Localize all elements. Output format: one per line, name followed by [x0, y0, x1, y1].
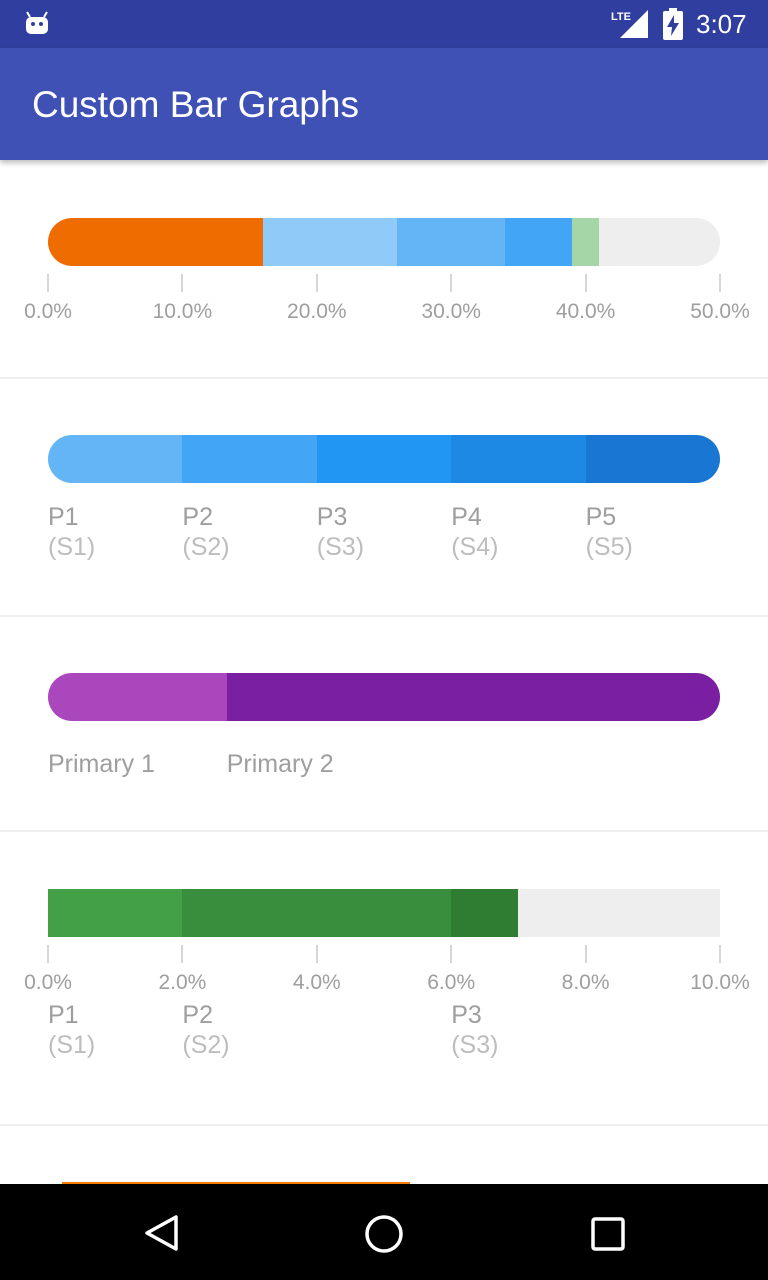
axis-tick-label: 0.0% [24, 971, 72, 994]
segment-labels-4: P1 (S1) P2 (S2) P3 (S3) [0, 1001, 768, 1071]
axis-tick [181, 945, 184, 963]
segment-primary-label: Primary 2 [226, 750, 334, 778]
axis-tick-label: 10.0% [152, 300, 213, 323]
axis-tick [47, 274, 49, 292]
axis-tick [181, 274, 184, 292]
bar-segment-4 [504, 218, 573, 266]
segment-primary-label: P3 [316, 503, 348, 531]
recents-icon[interactable] [590, 1216, 626, 1252]
axis-tick [315, 274, 318, 292]
status-bar: LTE 3:07 [0, 0, 768, 48]
stacked-bar-2 [48, 435, 720, 483]
axis-tick-label: 8.0% [561, 971, 610, 994]
bar-segment-3 [316, 435, 452, 483]
segment-primary-label: P2 [182, 503, 213, 531]
app-bar: Custom Bar Graphs [0, 48, 768, 160]
page-title: Custom Bar Graphs [32, 84, 359, 125]
segment-secondary-label: (S3) [451, 1031, 499, 1059]
axis-tick [719, 945, 721, 963]
segment-secondary-label: (S1) [48, 1031, 96, 1059]
status-clock: 3:07 [696, 9, 747, 39]
lte-signal-icon: LTE [611, 10, 648, 38]
bar-segment-5 [585, 435, 720, 483]
axis-tick-label: 0.0% [24, 300, 72, 323]
home-icon[interactable] [364, 1214, 404, 1254]
segment-labels-3: Primary 1 Primary 2 [0, 750, 768, 790]
stacked-bar-1 [48, 218, 720, 266]
axis-tick-label: 30.0% [421, 300, 481, 323]
axis-tick-label: 20.0% [287, 300, 347, 323]
segment-primary-label: P2 [182, 1001, 213, 1029]
bar-segment-2 [263, 218, 398, 266]
bar-segment-1 [48, 673, 227, 721]
segment-secondary-label: (S5) [585, 533, 633, 561]
android-notification-icon [26, 11, 48, 34]
back-icon[interactable] [142, 1214, 180, 1252]
graph-list[interactable]: 0.0% 10.0% 20.0% 30.0% 40.0% 50.0% P1 (S1) P2 (S… [0, 160, 768, 1184]
axis-tick-label: 2.0% [158, 971, 207, 994]
svg-text:LTE: LTE [611, 11, 631, 23]
axis-tick-label: 10.0% [690, 971, 750, 994]
bar-segment-1 [48, 435, 183, 483]
divider [0, 377, 768, 379]
axis-tick [584, 274, 587, 292]
bar-segment-4 [451, 435, 586, 483]
navigation-bar [0, 1184, 768, 1280]
segment-secondary-label: (S2) [182, 1031, 230, 1059]
segment-primary-label: Primary 1 [48, 750, 155, 778]
stacked-bar-4 [48, 889, 720, 937]
battery-charging-icon [663, 8, 683, 40]
segment-primary-label: P1 [48, 1001, 79, 1029]
segment-primary-label: P5 [585, 503, 617, 531]
divider [0, 1124, 768, 1126]
axis-tick-label: 6.0% [427, 971, 476, 994]
axis-tick [315, 945, 318, 963]
percent-axis-1: 0.0% 10.0% 20.0% 30.0% 40.0% 50.0% [0, 274, 768, 334]
bar-segment-2 [182, 889, 452, 937]
axis-tick [584, 945, 587, 963]
segment-secondary-label: (S2) [182, 533, 230, 561]
axis-tick-label: 50.0% [690, 300, 750, 323]
divider [0, 615, 768, 617]
axis-tick-label: 4.0% [292, 971, 341, 994]
segment-primary-label: P4 [451, 503, 482, 531]
segment-primary-label: P1 [48, 503, 79, 531]
segment-primary-label: P3 [451, 1001, 482, 1029]
bar-segment-2 [226, 673, 720, 721]
divider [0, 830, 768, 832]
axis-tick [47, 945, 49, 963]
segment-secondary-label: (S3) [316, 533, 365, 561]
axis-tick [719, 274, 721, 292]
bar-segment-1 [48, 218, 264, 266]
bar-segment-2 [182, 435, 317, 483]
bar-segment-3 [451, 889, 519, 937]
percent-axis-4: 0.0% 2.0% 4.0% 6.0% 8.0% 10.0% [0, 945, 768, 1005]
axis-tick [450, 945, 453, 963]
axis-tick [450, 274, 453, 292]
axis-tick-label: 40.0% [555, 300, 616, 323]
stacked-bar-3 [48, 673, 720, 721]
bar-segment-1 [48, 889, 183, 937]
segment-labels-2: P1 (S1) P2 (S2) P3 (S3) P4 (S4) P5 (S5) [0, 503, 768, 573]
segment-secondary-label: (S1) [48, 533, 96, 561]
segment-secondary-label: (S4) [451, 533, 499, 561]
bar-segment-3 [397, 218, 505, 266]
bar-segment-5 [572, 218, 600, 266]
